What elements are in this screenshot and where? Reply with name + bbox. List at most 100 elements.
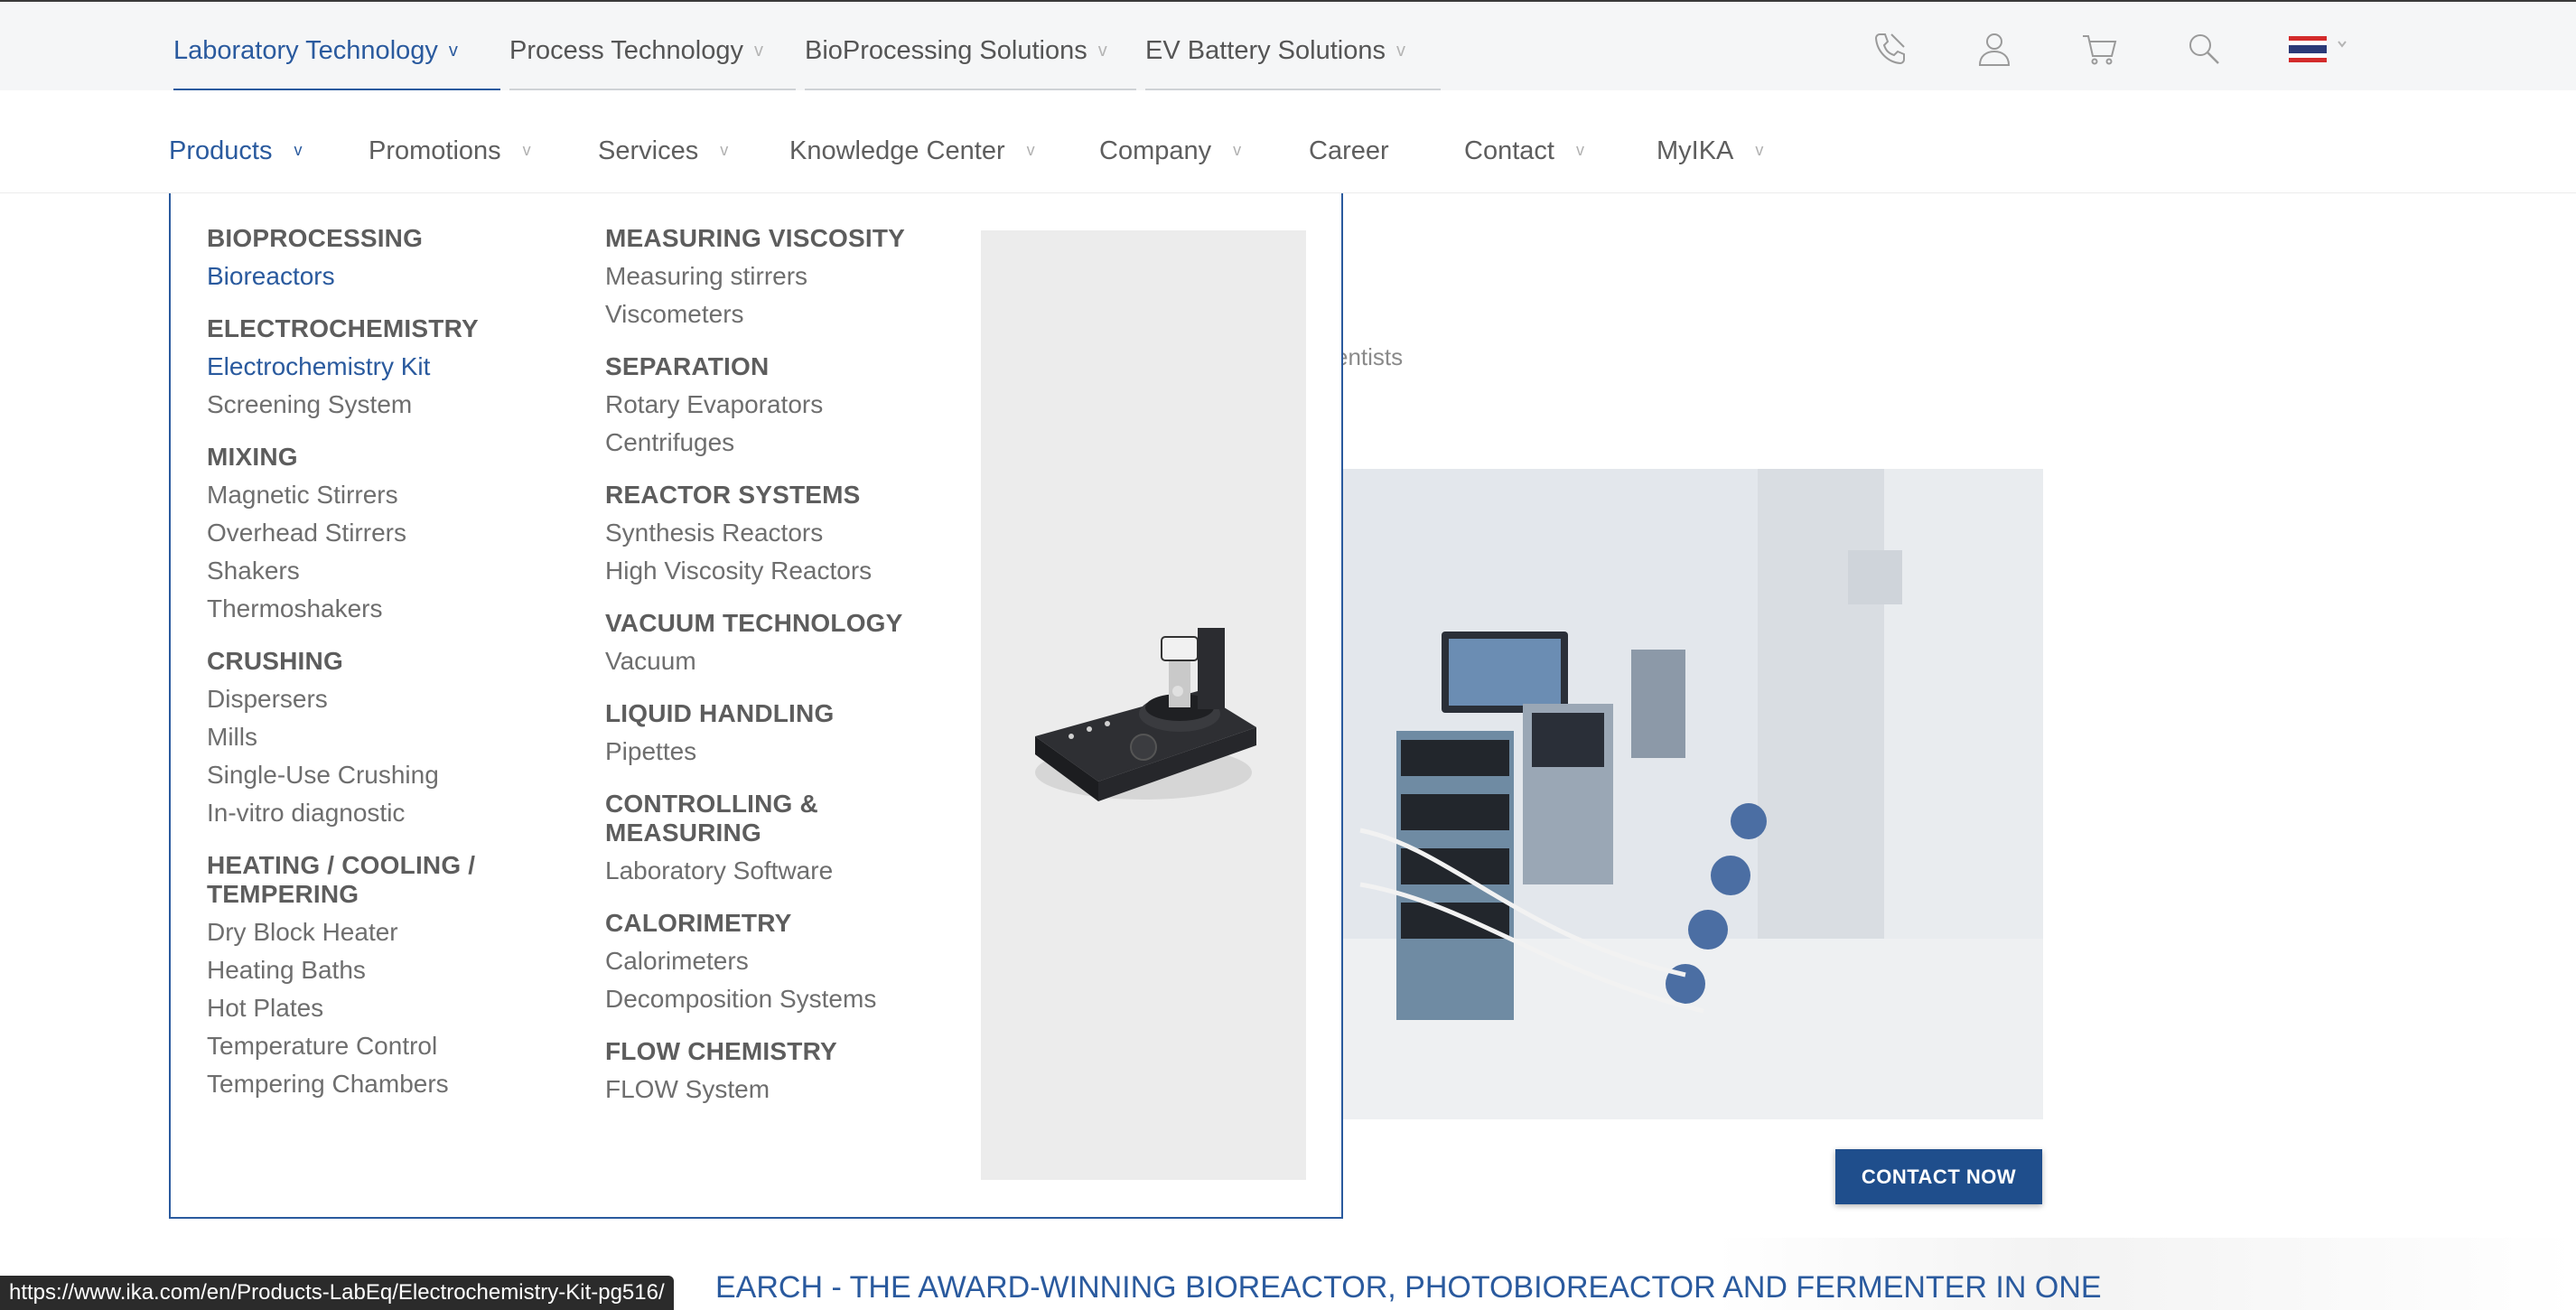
chevron-down-icon: v [1097,41,1107,61]
tab-label: Process Technology [509,36,744,65]
nav-label: Services [598,136,699,165]
menu-link[interactable]: Heating Baths [207,951,479,989]
menu-link[interactable]: Pipettes [605,733,905,771]
utility-icons [1870,29,2375,72]
nav-promotions[interactable]: Promotions v [369,136,531,166]
menu-link[interactable]: Decomposition Systems [605,980,905,1018]
menu-link[interactable]: Viscometers [605,295,905,333]
menu-link[interactable]: Magnetic Stirrers [207,476,479,514]
menu-heading[interactable]: VACUUM TECHNOLOGY [605,609,905,638]
menu-group-liquid-handling: LIQUID HANDLING Pipettes [605,699,905,771]
menu-link[interactable]: Mills [207,718,479,756]
contact-now-button[interactable]: CONTACT NOW [1835,1149,2042,1204]
menu-link[interactable]: Vacuum [605,642,905,680]
menu-group-separation: SEPARATION Rotary Evaporators Centrifuge… [605,352,905,462]
menu-link-electrochemistry-kit[interactable]: Electrochemistry Kit [207,348,479,386]
menu-heading[interactable]: LIQUID HANDLING [605,699,905,728]
tab-process-technology[interactable]: Process Technology v [509,2,796,92]
menu-group-controlling-measuring: CONTROLLING & MEASURING Laboratory Softwa… [605,790,905,890]
menu-group-mixing: MIXING Magnetic Stirrers Overhead Stirre… [207,443,479,628]
menu-group-vacuum-technology: VACUUM TECHNOLOGY Vacuum [605,609,905,680]
menu-link[interactable]: Calorimeters [605,942,905,980]
menu-heading[interactable]: CRUSHING [207,647,479,676]
menu-link[interactable]: Laboratory Software [605,852,905,890]
nav-label: Products [169,136,273,165]
menu-link[interactable]: Thermoshakers [207,590,479,628]
hero-image [1342,469,2043,1119]
nav-products[interactable]: Products v [169,136,302,166]
menu-heading[interactable]: CALORIMETRY [605,909,905,938]
menu-heading-line: MEASURING [605,819,761,847]
menu-link[interactable]: Temperature Control [207,1027,479,1065]
nav-company[interactable]: Company v [1099,136,1241,166]
product-promo-image[interactable] [981,230,1306,1180]
menu-column-2: MEASURING VISCOSITY Measuring stirrers V… [605,224,905,1128]
page-subtitle-fragment: entists [1335,343,1404,370]
menu-heading[interactable]: REACTOR SYSTEMS [605,481,905,510]
menu-heading[interactable]: MIXING [207,443,479,472]
chevron-down-icon: v [448,41,458,61]
menu-heading[interactable]: SEPARATION [605,352,905,381]
menu-heading[interactable]: ELECTROCHEMISTRY [207,314,479,343]
menu-link[interactable]: Rotary Evaporators [605,386,905,424]
nav-label: Contact [1464,136,1554,165]
chevron-down-icon: v [294,141,303,159]
search-icon[interactable] [2184,29,2224,69]
menu-heading[interactable]: HEATING / COOLING / TEMPERING [207,851,479,909]
products-mega-menu: BIOPROCESSING Bioreactors ELECTROCHEMIST… [169,193,1343,1219]
overhead-stirrer-product-image [1035,628,1256,801]
tab-label: BioProcessing Solutions [805,36,1087,65]
nav-services[interactable]: Services v [598,136,728,166]
menu-heading[interactable]: CONTROLLING & MEASURING [605,790,905,847]
nav-contact[interactable]: Contact v [1464,136,1584,166]
menu-link[interactable]: Centrifuges [605,424,905,462]
nav-knowledge-center[interactable]: Knowledge Center v [789,136,1035,166]
section-heading: EARCH - THE AWARD-WINNING BIOREACTOR, PH… [715,1270,2102,1305]
menu-link[interactable]: Measuring stirrers [605,257,905,295]
tab-laboratory-technology[interactable]: Laboratory Technology v [173,2,500,92]
menu-group-electrochemistry: ELECTROCHEMISTRY Electrochemistry Kit Sc… [207,314,479,424]
menu-link[interactable]: High Viscosity Reactors [605,552,905,590]
menu-group-measuring-viscosity: MEASURING VISCOSITY Measuring stirrers V… [605,224,905,333]
tab-bioprocessing-solutions[interactable]: BioProcessing Solutions v [805,2,1136,92]
menu-link[interactable]: Dispersers [207,680,479,718]
menu-heading[interactable]: FLOW CHEMISTRY [605,1037,905,1066]
menu-group-calorimetry: CALORIMETRY Calorimeters Decomposition S… [605,909,905,1018]
menu-group-crushing: CRUSHING Dispersers Mills Single-Use Cru… [207,647,479,832]
menu-heading-line: TEMPERING [207,880,359,908]
menu-heading[interactable]: BIOPROCESSING [207,224,479,253]
nav-myika[interactable]: MyIKA v [1657,136,1763,166]
menu-link[interactable]: Shakers [207,552,479,590]
menu-link[interactable]: Synthesis Reactors [605,514,905,552]
chevron-down-icon: v [1395,41,1405,61]
cart-icon[interactable] [2079,29,2119,69]
menu-link[interactable]: FLOW System [605,1071,905,1109]
menu-link[interactable]: Overhead Stirrers [207,514,479,552]
chevron-down-icon: v [1755,141,1764,159]
chevron-down-icon: v [720,141,729,159]
nav-label: Knowledge Center [789,136,1005,165]
menu-link[interactable]: Single-Use Crushing [207,756,479,794]
menu-link[interactable]: In-vitro diagnostic [207,794,479,832]
thailand-flag-icon[interactable] [2289,29,2361,69]
tab-ev-battery-solutions[interactable]: EV Battery Solutions v [1145,2,1441,92]
phone-icon[interactable] [1870,29,1909,69]
tab-label: EV Battery Solutions [1145,36,1386,65]
top-nav: Laboratory Technology v Process Technolog… [173,2,1450,92]
chevron-down-icon: v [1575,141,1584,159]
status-bar-url: https://www.ika.com/en/Products-LabEq/El… [0,1276,674,1310]
menu-link[interactable]: Dry Block Heater [207,913,479,951]
menu-link[interactable]: Tempering Chambers [207,1065,479,1103]
menu-link-bioreactors[interactable]: Bioreactors [207,257,479,295]
top-bar: Laboratory Technology v Process Technolog… [0,0,2576,92]
nav-label: MyIKA [1657,136,1734,165]
menu-heading-line: CONTROLLING & [605,790,818,818]
nav-career[interactable]: Career [1309,136,1389,166]
menu-link-screening-system[interactable]: Screening System [207,386,479,424]
menu-group-reactor-systems: REACTOR SYSTEMS Synthesis Reactors High … [605,481,905,590]
menu-heading-line: HEATING / COOLING / [207,851,476,879]
chevron-down-icon: v [1233,141,1242,159]
menu-link[interactable]: Hot Plates [207,989,479,1027]
menu-heading[interactable]: MEASURING VISCOSITY [605,224,905,253]
user-icon[interactable] [1974,29,2014,69]
